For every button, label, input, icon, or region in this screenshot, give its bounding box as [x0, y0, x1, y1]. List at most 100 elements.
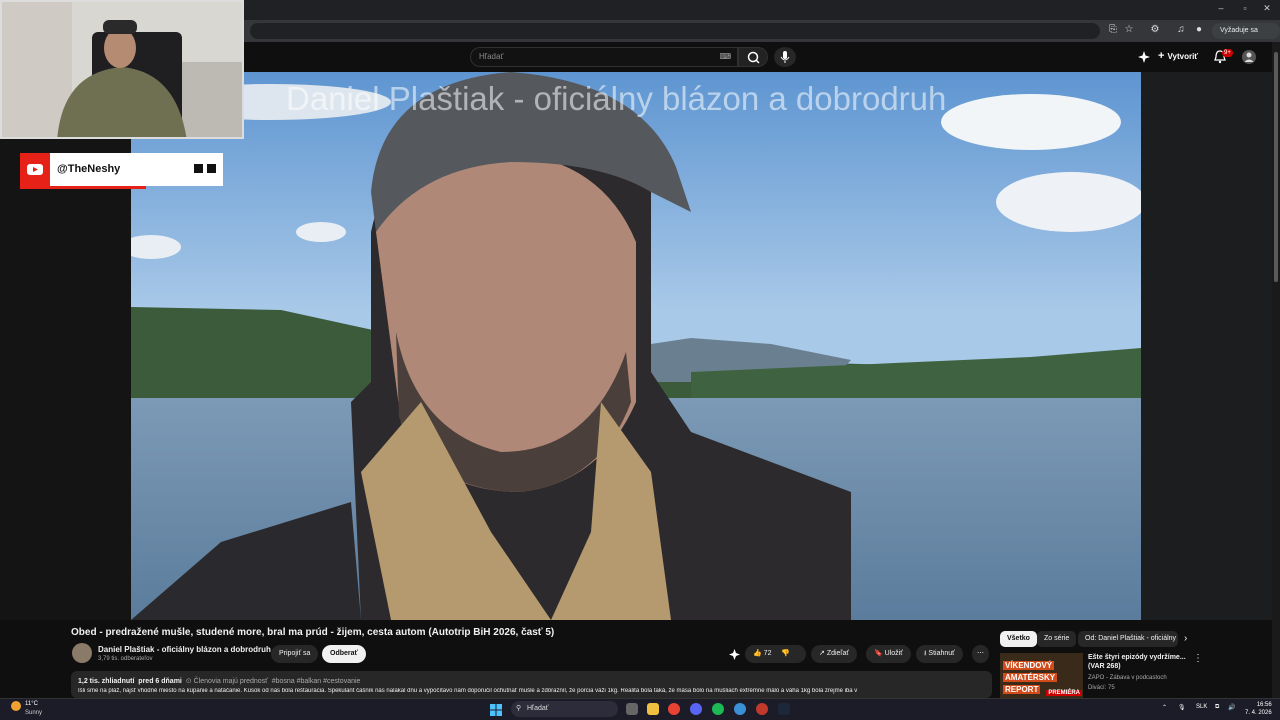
video-overlay-title: Daniel Plaštiak - oficiálny blázon a dob… — [286, 80, 947, 117]
recommendation-title[interactable]: Ešte štyri epizódy vydržíme... (VAR 268) — [1088, 653, 1198, 671]
subscribe-button[interactable]: Odberať — [322, 645, 366, 663]
create-button[interactable]: + Vytvoriť — [1158, 50, 1198, 62]
recommendation-channel[interactable]: ZAPO - Zábava v podcastoch — [1088, 675, 1167, 681]
chrome-icon[interactable] — [668, 703, 680, 715]
clock-time: 16:56 — [1256, 702, 1272, 708]
volume-icon[interactable]: 🔊 — [1228, 704, 1235, 711]
language-indicator[interactable]: SLK — [1196, 704, 1207, 710]
more-actions-button[interactable]: ⋯ — [972, 645, 989, 663]
recommendation-thumbnail[interactable]: VÍKENDOVÝ AMATÉRSKY REPORT PREMIÉRA — [1000, 653, 1083, 698]
steam-icon[interactable] — [778, 703, 790, 715]
tray-chevron-icon[interactable]: ⌃ — [1162, 704, 1167, 711]
voice-search-button[interactable] — [774, 47, 796, 67]
channel-name[interactable]: Daniel Plaštiak - oficiálny blázon a dob… — [98, 645, 271, 654]
share-button[interactable]: ↗ Zdieľať — [811, 645, 857, 663]
recommendation-views: Divácí: 75 — [1088, 685, 1115, 691]
screen: – ▫ ✕ ⎘ ☆ ⚙ ♫ ● Vyžaduje sa akcia Hľadať… — [0, 0, 1280, 720]
file-explorer-icon[interactable] — [647, 703, 659, 715]
thumb-line-3: REPORT — [1003, 685, 1041, 694]
taskbar-search[interactable]: ⚲ Hľadať — [511, 701, 618, 717]
player-right-margin — [1141, 72, 1272, 620]
video-frame — [131, 72, 1141, 620]
account-avatar[interactable] — [1242, 50, 1256, 64]
chip-from-channel[interactable]: Od: Daniel Plaštiak - oficiálny — [1078, 631, 1178, 647]
task-view-icon[interactable] — [626, 703, 638, 715]
youtube-logo — [20, 153, 50, 186]
channel-avatar[interactable] — [72, 643, 92, 663]
description-box[interactable]: 1,2 tis. zhliadnutí pred 6 dňami ⊙ Členo… — [71, 671, 992, 698]
update-required-button[interactable]: Vyžaduje sa akcia — [1212, 23, 1280, 50]
thumbs-up-icon: 👍 — [753, 650, 762, 657]
share-label: Zdieľať — [826, 650, 849, 657]
keyboard-icon[interactable]: ⌨ — [719, 52, 731, 61]
like-count: 72 — [763, 650, 772, 657]
taskbar: 11°C Sunny ⚲ Hľadať ⌃ 🎙 SLK ⧉ 🔊 16:56 7.… — [0, 698, 1280, 720]
download-button[interactable]: ⭳ Stiahnuť — [916, 645, 963, 663]
thumb-line-2: AMATÉRSKY — [1003, 673, 1058, 682]
join-button[interactable]: Pripojiť sa — [271, 645, 319, 663]
save-label: Uložiť — [884, 650, 903, 657]
social-handle-text: @TheNeshy — [57, 163, 121, 175]
scrollbar-thumb[interactable] — [1274, 52, 1278, 282]
subscriber-count: 3,79 tis. odberateľov — [98, 656, 153, 662]
description-text: Išli sme na pláž, nájsť vhodné miesto na… — [78, 688, 858, 694]
microphone-icon — [780, 51, 790, 63]
like-button[interactable]: 👍 72 — [753, 650, 771, 657]
overlay-square-2 — [207, 164, 216, 173]
close-button[interactable]: ✕ — [1256, 3, 1278, 14]
overlay-square-1 — [194, 164, 203, 173]
members-first-note: ⊙ Členovia majú prednosť — [186, 678, 268, 685]
webcam-feed — [2, 2, 242, 137]
search-input[interactable]: Hľadať ⌨ — [470, 47, 738, 67]
hashtags[interactable]: #bosna #balkan #cestovanie — [272, 678, 361, 685]
app-red-icon[interactable] — [756, 703, 768, 715]
bookmark-star-icon[interactable]: ☆ — [1122, 24, 1136, 35]
ask-ai-icon[interactable] — [729, 649, 740, 660]
install-app-icon[interactable]: ⎘ — [1106, 24, 1120, 35]
upload-date: pred 6 dňami — [138, 678, 182, 685]
taskbar-clock[interactable]: 16:56 7. 4. 2026 — [1245, 701, 1272, 717]
share-icon: ↗ — [819, 650, 827, 657]
weather-description[interactable]: Sunny — [25, 710, 42, 716]
search-placeholder: Hľadať — [479, 52, 504, 61]
chrome-alt-icon[interactable] — [734, 703, 746, 715]
page-scrollbar[interactable] — [1272, 42, 1280, 698]
search-icon — [747, 51, 760, 64]
watch-metadata: Obed - predražené mušle, studené more, b… — [0, 620, 1272, 698]
taskbar-search-label: Hľadať — [527, 705, 549, 712]
webcam-overlay — [0, 0, 244, 139]
bookmark-icon: 🔖 — [874, 650, 885, 657]
extensions-icon[interactable]: ⚙ — [1148, 24, 1162, 35]
spotify-icon[interactable] — [712, 703, 724, 715]
minimize-button[interactable]: – — [1210, 3, 1232, 13]
clock-date: 7. 4. 2026 — [1245, 710, 1272, 716]
like-dislike-group: 👍 72 👎 — [745, 645, 806, 663]
profile-avatar-icon[interactable]: ● — [1192, 24, 1206, 35]
save-button[interactable]: 🔖 Uložiť — [866, 645, 911, 663]
maximize-button[interactable]: ▫ — [1234, 3, 1256, 13]
address-bar[interactable] — [250, 23, 1100, 39]
microphone-tray-icon[interactable]: 🎙 — [1178, 704, 1186, 711]
taskbar-search-icon: ⚲ — [516, 705, 522, 712]
more-horizontal-icon: ⋯ — [977, 650, 984, 657]
thumb-line-1: VÍKENDOVÝ — [1003, 661, 1055, 670]
chevron-right-icon[interactable]: › — [1184, 633, 1187, 644]
dislike-button[interactable]: 👎 — [781, 650, 790, 657]
start-windows-icon[interactable] — [490, 704, 502, 716]
notification-badge: 9+ — [1222, 49, 1233, 57]
create-label: Vytvoriť — [1167, 52, 1199, 61]
chip-from-series[interactable]: Zo série — [1037, 631, 1077, 647]
weather-sun-icon[interactable] — [11, 701, 21, 711]
kebab-menu-icon[interactable]: ⋮ — [1193, 653, 1203, 664]
download-label: Stiahnuť — [928, 650, 955, 657]
weather-temperature[interactable]: 11°C — [25, 701, 38, 707]
network-icon[interactable]: ⧉ — [1215, 704, 1219, 711]
view-count: 1,2 tis. zhliadnutí — [78, 678, 135, 685]
media-control-icon[interactable]: ♫ — [1174, 24, 1188, 35]
search-button[interactable] — [738, 47, 768, 67]
chip-all[interactable]: Všetko — [1000, 631, 1037, 647]
sparkle-icon[interactable] — [1138, 51, 1150, 63]
video-player[interactable]: Daniel Plaštiak - oficiálny blázon a dob… — [131, 72, 1141, 620]
discord-icon[interactable] — [690, 703, 702, 715]
video-title: Obed - predražené mušle, studené more, b… — [71, 627, 555, 638]
